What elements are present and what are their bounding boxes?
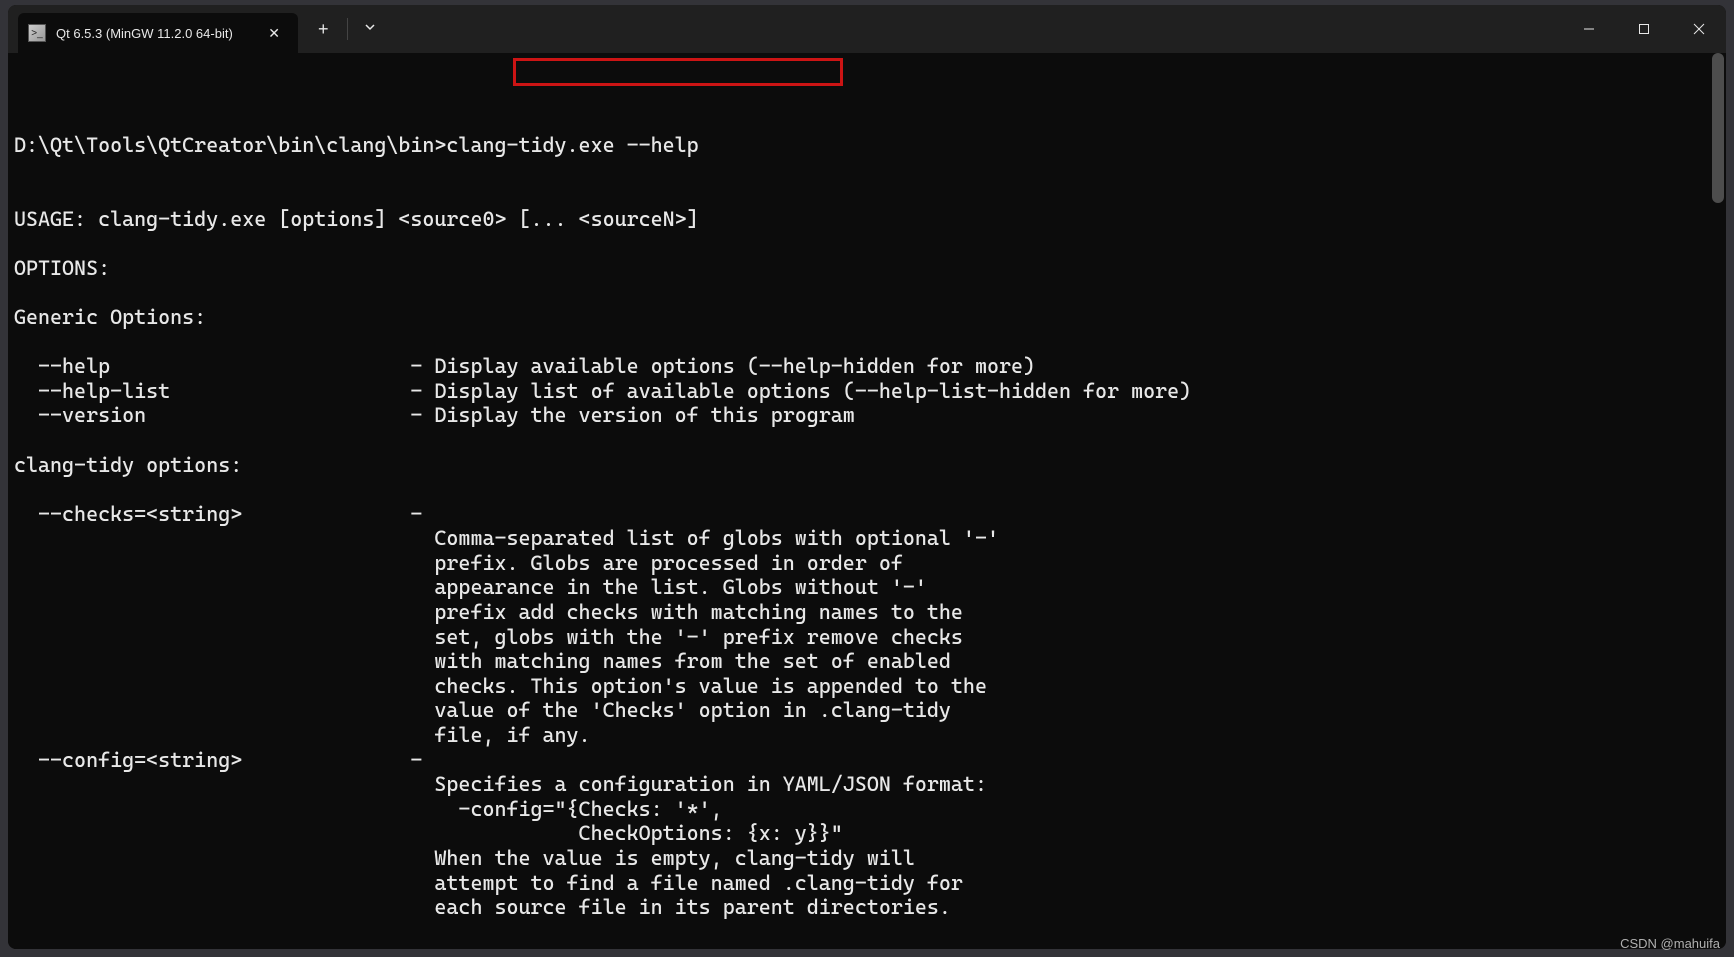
terminal-window: >_ Qt 6.5.3 (MinGW 11.2.0 64-bit) ✕ + (8, 5, 1726, 949)
output-line: set, globs with the '-' prefix remove ch… (14, 625, 1720, 650)
scrollbar[interactable] (1712, 53, 1724, 949)
output-line: attempt to find a file named .clang-tidy… (14, 871, 1720, 896)
output-line: When the value is empty, clang-tidy will (14, 846, 1720, 871)
output-line: --help-list - Display list of available … (14, 379, 1720, 404)
watermark: CSDN @mahuifa (1620, 936, 1720, 951)
tab-divider (347, 18, 348, 40)
entered-command: clang-tidy.exe --help (446, 133, 698, 157)
output-line: appearance in the list. Globs without '-… (14, 575, 1720, 600)
output-line (14, 428, 1720, 453)
terminal-body[interactable]: D:\Qt\Tools\QtCreator\bin\clang\bin>clan… (8, 53, 1726, 949)
window-controls (1561, 5, 1726, 53)
prompt-line: D:\Qt\Tools\QtCreator\bin\clang\bin>clan… (14, 133, 1720, 158)
output-line: file, if any. (14, 723, 1720, 748)
output-line: --config=<string> - (14, 748, 1720, 773)
output-line: Specifies a configuration in YAML/JSON f… (14, 772, 1720, 797)
terminal-output: USAGE: clang-tidy.exe [options] <source0… (14, 207, 1720, 920)
scrollbar-thumb[interactable] (1712, 53, 1724, 203)
output-line (14, 477, 1720, 502)
tab-title: Qt 6.5.3 (MinGW 11.2.0 64-bit) (56, 26, 252, 41)
output-line: --help - Display available options (--he… (14, 354, 1720, 379)
output-line: --version - Display the version of this … (14, 403, 1720, 428)
output-line: USAGE: clang-tidy.exe [options] <source0… (14, 207, 1720, 232)
close-icon (1693, 23, 1705, 35)
terminal-icon: >_ (28, 24, 46, 42)
minimize-icon (1583, 23, 1595, 35)
output-line: with matching names from the set of enab… (14, 649, 1720, 674)
output-line: -config="{Checks: '*', (14, 797, 1720, 822)
output-line (14, 231, 1720, 256)
output-line: clang-tidy options: (14, 453, 1720, 478)
tab-close-button[interactable]: ✕ (262, 23, 286, 44)
output-line: each source file in its parent directori… (14, 895, 1720, 920)
close-button[interactable] (1671, 5, 1726, 53)
output-line: Comma-separated list of globs with optio… (14, 526, 1720, 551)
maximize-icon (1638, 23, 1650, 35)
prompt-path: D:\Qt\Tools\QtCreator\bin\clang\bin> (14, 133, 446, 157)
output-line (14, 330, 1720, 355)
chevron-down-icon (364, 21, 376, 33)
output-line: prefix. Globs are processed in order of (14, 551, 1720, 576)
command-highlight (513, 58, 843, 86)
active-tab[interactable]: >_ Qt 6.5.3 (MinGW 11.2.0 64-bit) ✕ (18, 13, 298, 53)
new-tab-button[interactable]: + (306, 13, 341, 46)
output-line: prefix add checks with matching names to… (14, 600, 1720, 625)
minimize-button[interactable] (1561, 5, 1616, 53)
maximize-button[interactable] (1616, 5, 1671, 53)
output-line: OPTIONS: (14, 256, 1720, 281)
output-line (14, 280, 1720, 305)
output-line: value of the 'Checks' option in .clang-t… (14, 698, 1720, 723)
titlebar: >_ Qt 6.5.3 (MinGW 11.2.0 64-bit) ✕ + (8, 5, 1726, 53)
output-line: CheckOptions: {x: y}}" (14, 821, 1720, 846)
output-line: Generic Options: (14, 305, 1720, 330)
tab-dropdown-button[interactable] (354, 14, 386, 44)
output-line: --checks=<string> - (14, 502, 1720, 527)
output-line: checks. This option's value is appended … (14, 674, 1720, 699)
